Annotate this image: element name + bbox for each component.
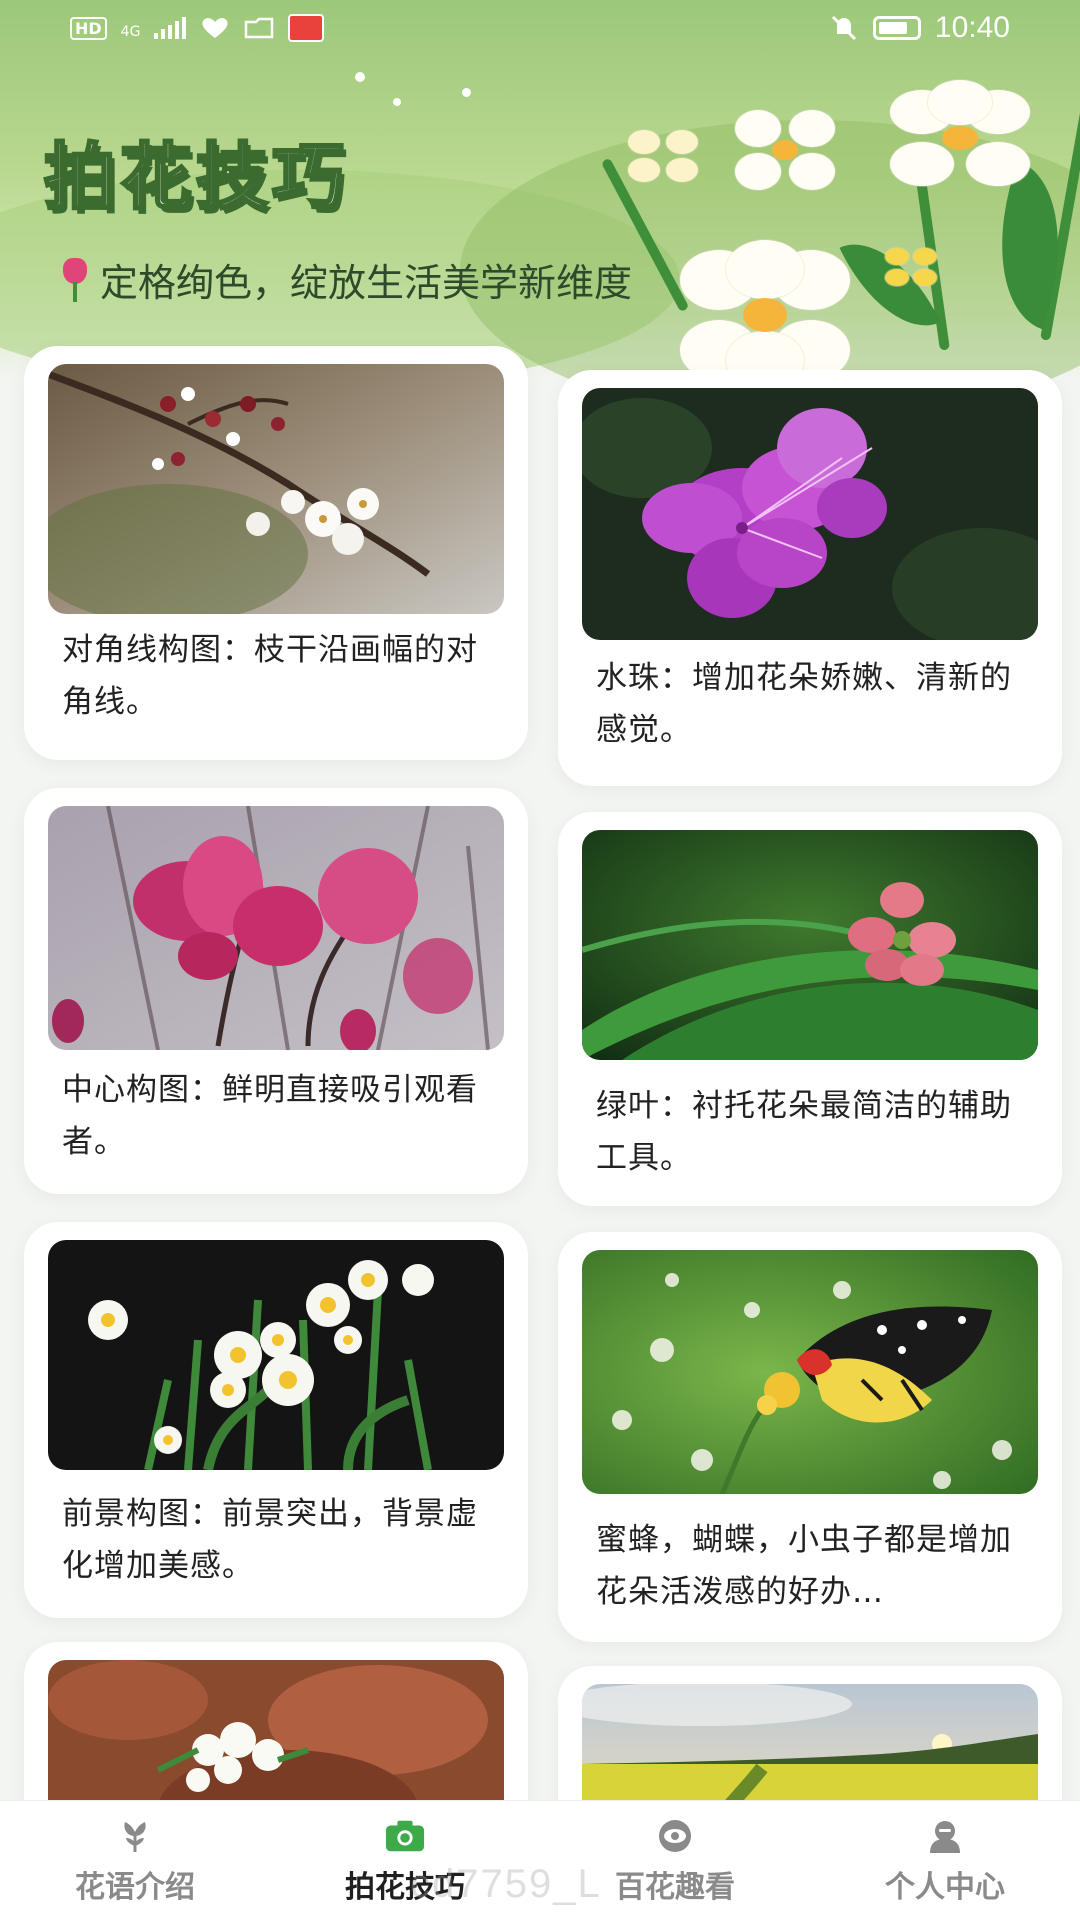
tip-photo bbox=[582, 830, 1038, 1060]
tip-caption: 蜜蜂，蝴蝶，小虫子都是增加花朵活泼感的好办… bbox=[596, 1522, 1012, 1610]
signal-icon bbox=[154, 17, 187, 39]
status-bar: HD 4G 10:40 bbox=[0, 0, 1080, 56]
tip-card[interactable]: 水珠：增加花朵娇嫩、清新的感觉。 bbox=[558, 370, 1062, 786]
nav-label: 花语介绍 bbox=[75, 1869, 195, 1905]
network-type: 4G bbox=[120, 24, 141, 40]
mute-bell-icon bbox=[829, 14, 859, 42]
tip-caption: 中心构图：鲜明直接吸引观看者。 bbox=[62, 1072, 478, 1160]
flower-sprout-icon bbox=[115, 1816, 155, 1856]
tip-photo bbox=[582, 1250, 1038, 1494]
tip-caption: 绿叶：衬托花朵最简洁的辅助工具。 bbox=[596, 1088, 1012, 1176]
eye-icon bbox=[655, 1816, 695, 1856]
tip-card[interactable]: 前景构图：前景突出，背景虚化增加美感。 bbox=[24, 1222, 528, 1618]
person-icon bbox=[925, 1816, 965, 1856]
nav-label: 百花趣看 bbox=[615, 1869, 735, 1905]
tip-card[interactable]: 对角线构图：枝干沿画幅的对角线。 bbox=[24, 346, 528, 760]
tip-caption: 对角线构图：枝干沿画幅的对角线。 bbox=[62, 632, 478, 720]
tulip-icon bbox=[60, 257, 90, 302]
clock: 10:40 bbox=[934, 11, 1010, 44]
nav-item-flower-language[interactable]: 花语介绍 bbox=[0, 1801, 270, 1920]
folder-icon bbox=[244, 16, 274, 40]
hd-icon: HD bbox=[70, 16, 107, 40]
heart-rate-icon bbox=[200, 16, 230, 40]
nav-label: 个人中心 bbox=[885, 1869, 1005, 1905]
battery-icon bbox=[872, 16, 921, 40]
camera-icon bbox=[385, 1816, 425, 1856]
app-notification-icon bbox=[288, 14, 325, 42]
page-subtitle: 定格绚色，绽放生活美学新维度 bbox=[60, 252, 632, 307]
tip-card[interactable]: 蜜蜂，蝴蝶，小虫子都是增加花朵活泼感的好办… bbox=[558, 1232, 1062, 1642]
nav-item-profile[interactable]: 个人中心 bbox=[810, 1801, 1080, 1920]
tip-caption: 前景构图：前景突出，背景虚化增加美感。 bbox=[62, 1496, 478, 1584]
watermark: cd7759_L bbox=[410, 1862, 602, 1906]
tip-photo bbox=[48, 364, 504, 614]
page-title: 拍花技巧 bbox=[42, 134, 349, 221]
tip-card[interactable]: 中心构图：鲜明直接吸引观看者。 bbox=[24, 788, 528, 1194]
tip-photo bbox=[48, 1240, 504, 1470]
subtitle-text: 定格绚色，绽放生活美学新维度 bbox=[100, 261, 633, 305]
tip-photo bbox=[582, 388, 1038, 640]
tip-caption: 水珠：增加花朵娇嫩、清新的感觉。 bbox=[596, 660, 1012, 748]
tip-card[interactable]: 绿叶：衬托花朵最简洁的辅助工具。 bbox=[558, 812, 1062, 1206]
tip-photo bbox=[48, 806, 504, 1050]
